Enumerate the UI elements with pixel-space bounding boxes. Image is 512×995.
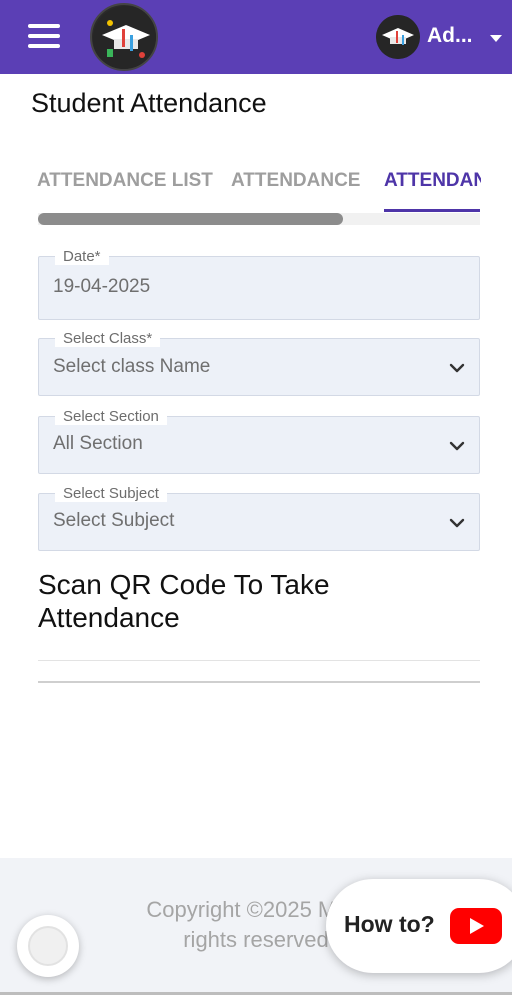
date-field[interactable]: Date* 19-04-2025 — [38, 248, 480, 320]
hamburger-icon[interactable] — [28, 24, 60, 50]
chevron-down-icon[interactable] — [449, 515, 465, 531]
youtube-play-icon — [450, 908, 502, 944]
scan-qr-heading-line1: Scan QR Code To Take — [38, 569, 330, 600]
divider — [38, 681, 480, 683]
subject-value[interactable]: Select Subject — [53, 510, 174, 532]
tab-attendance-active[interactable]: ATTENDAN — [384, 170, 481, 192]
floating-chat-button[interactable] — [17, 915, 79, 977]
scan-qr-heading-line2: Attendance — [38, 602, 180, 633]
date-value[interactable]: 19-04-2025 — [53, 276, 150, 298]
user-menu-caret-icon[interactable] — [490, 35, 502, 42]
chevron-down-icon[interactable] — [449, 360, 465, 376]
section-select[interactable]: Select Section All Section — [38, 408, 480, 474]
page-title: Student Attendance — [31, 88, 267, 118]
class-label: Select Class* — [55, 330, 161, 347]
how-to-help-button[interactable]: How to? — [326, 879, 512, 973]
user-avatar[interactable] — [376, 15, 420, 59]
section-label: Select Section — [55, 408, 167, 425]
divider — [38, 660, 480, 661]
chat-bubble-icon — [28, 926, 68, 966]
active-tab-indicator — [384, 209, 480, 212]
subject-label: Select Subject — [55, 485, 167, 502]
section-value[interactable]: All Section — [53, 433, 143, 455]
chevron-down-icon[interactable] — [449, 438, 465, 454]
school-logo — [90, 3, 158, 71]
class-value[interactable]: Select class Name — [53, 356, 210, 378]
tab-bar: ATTENDANCE LIST ATTENDANCE ATTENDAN — [0, 160, 481, 200]
how-to-label: How to? — [344, 911, 435, 937]
scan-qr-heading: Scan QR Code To Take Attendance — [38, 568, 480, 634]
subject-select[interactable]: Select Subject Select Subject — [38, 485, 480, 551]
date-label: Date* — [55, 248, 109, 265]
tab-scrollbar-thumb[interactable] — [38, 213, 343, 225]
class-select[interactable]: Select Class* Select class Name — [38, 330, 480, 396]
user-name[interactable]: Ad... — [427, 24, 473, 48]
tab-attendance-list[interactable]: ATTENDANCE LIST — [37, 170, 213, 192]
top-app-bar: Ad... — [0, 0, 512, 74]
tab-attendance[interactable]: ATTENDANCE — [231, 170, 360, 192]
